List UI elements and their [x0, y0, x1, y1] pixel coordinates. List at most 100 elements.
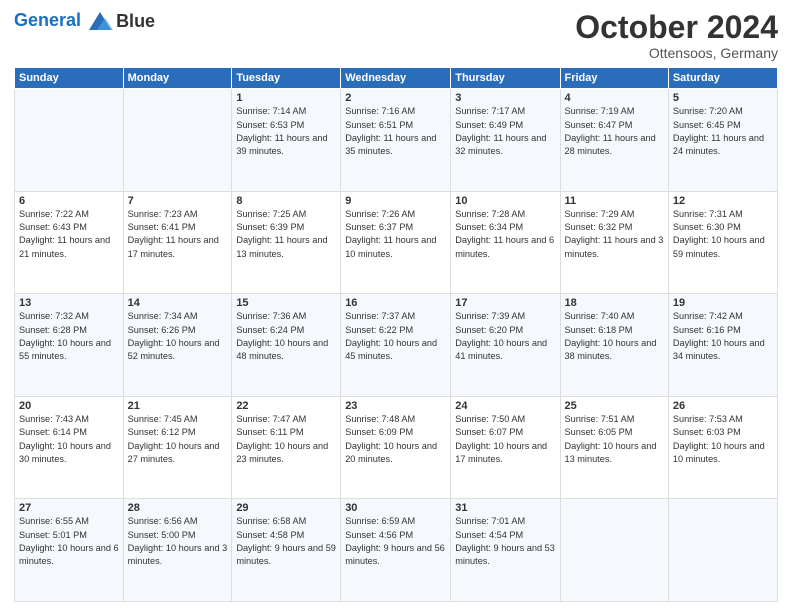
- day-info: Sunrise: 7:17 AM Sunset: 6:49 PM Dayligh…: [455, 105, 555, 158]
- calendar-cell: 22Sunrise: 7:47 AM Sunset: 6:11 PM Dayli…: [232, 396, 341, 499]
- day-number: 28: [128, 502, 228, 514]
- week-row-2: 6Sunrise: 7:22 AM Sunset: 6:43 PM Daylig…: [15, 191, 778, 294]
- day-number: 23: [345, 400, 446, 412]
- day-number: 7: [128, 195, 228, 207]
- day-info: Sunrise: 7:39 AM Sunset: 6:20 PM Dayligh…: [455, 310, 555, 363]
- weekday-header-tuesday: Tuesday: [232, 68, 341, 89]
- day-number: 2: [345, 92, 446, 104]
- week-row-3: 13Sunrise: 7:32 AM Sunset: 6:28 PM Dayli…: [15, 294, 778, 397]
- calendar-cell: 15Sunrise: 7:36 AM Sunset: 6:24 PM Dayli…: [232, 294, 341, 397]
- logo-general: General: [14, 10, 81, 30]
- weekday-header-monday: Monday: [123, 68, 232, 89]
- day-number: 18: [565, 297, 664, 309]
- day-info: Sunrise: 7:28 AM Sunset: 6:34 PM Dayligh…: [455, 208, 555, 261]
- day-number: 24: [455, 400, 555, 412]
- calendar-cell: 29Sunrise: 6:58 AM Sunset: 4:58 PM Dayli…: [232, 499, 341, 602]
- calendar-cell: 13Sunrise: 7:32 AM Sunset: 6:28 PM Dayli…: [15, 294, 124, 397]
- day-number: 30: [345, 502, 446, 514]
- location: Ottensoos, Germany: [575, 45, 778, 61]
- logo-blue: Blue: [116, 11, 155, 32]
- day-info: Sunrise: 7:53 AM Sunset: 6:03 PM Dayligh…: [673, 413, 773, 466]
- calendar-cell: 26Sunrise: 7:53 AM Sunset: 6:03 PM Dayli…: [668, 396, 777, 499]
- logo-text: General: [14, 10, 114, 32]
- day-info: Sunrise: 7:19 AM Sunset: 6:47 PM Dayligh…: [565, 105, 664, 158]
- day-number: 29: [236, 502, 336, 514]
- calendar-cell: 9Sunrise: 7:26 AM Sunset: 6:37 PM Daylig…: [341, 191, 451, 294]
- day-info: Sunrise: 7:25 AM Sunset: 6:39 PM Dayligh…: [236, 208, 336, 261]
- calendar-cell: 17Sunrise: 7:39 AM Sunset: 6:20 PM Dayli…: [451, 294, 560, 397]
- day-number: 19: [673, 297, 773, 309]
- day-info: Sunrise: 6:59 AM Sunset: 4:56 PM Dayligh…: [345, 515, 446, 568]
- calendar-cell: 21Sunrise: 7:45 AM Sunset: 6:12 PM Dayli…: [123, 396, 232, 499]
- calendar-cell: 16Sunrise: 7:37 AM Sunset: 6:22 PM Dayli…: [341, 294, 451, 397]
- calendar-cell: 12Sunrise: 7:31 AM Sunset: 6:30 PM Dayli…: [668, 191, 777, 294]
- day-info: Sunrise: 7:45 AM Sunset: 6:12 PM Dayligh…: [128, 413, 228, 466]
- day-info: Sunrise: 7:32 AM Sunset: 6:28 PM Dayligh…: [19, 310, 119, 363]
- day-number: 16: [345, 297, 446, 309]
- day-info: Sunrise: 6:55 AM Sunset: 5:01 PM Dayligh…: [19, 515, 119, 568]
- day-info: Sunrise: 7:37 AM Sunset: 6:22 PM Dayligh…: [345, 310, 446, 363]
- day-number: 6: [19, 195, 119, 207]
- day-info: Sunrise: 7:43 AM Sunset: 6:14 PM Dayligh…: [19, 413, 119, 466]
- day-number: 31: [455, 502, 555, 514]
- calendar-cell: 5Sunrise: 7:20 AM Sunset: 6:45 PM Daylig…: [668, 89, 777, 192]
- day-info: Sunrise: 7:34 AM Sunset: 6:26 PM Dayligh…: [128, 310, 228, 363]
- logo-icon: [87, 10, 113, 32]
- week-row-5: 27Sunrise: 6:55 AM Sunset: 5:01 PM Dayli…: [15, 499, 778, 602]
- day-info: Sunrise: 7:23 AM Sunset: 6:41 PM Dayligh…: [128, 208, 228, 261]
- calendar-cell: 31Sunrise: 7:01 AM Sunset: 4:54 PM Dayli…: [451, 499, 560, 602]
- calendar-cell: [560, 499, 668, 602]
- day-info: Sunrise: 7:29 AM Sunset: 6:32 PM Dayligh…: [565, 208, 664, 261]
- day-info: Sunrise: 7:48 AM Sunset: 6:09 PM Dayligh…: [345, 413, 446, 466]
- day-info: Sunrise: 7:42 AM Sunset: 6:16 PM Dayligh…: [673, 310, 773, 363]
- calendar-cell: 25Sunrise: 7:51 AM Sunset: 6:05 PM Dayli…: [560, 396, 668, 499]
- calendar-cell: [123, 89, 232, 192]
- header: General Blue October 2024 Ottensoos, Ger…: [14, 10, 778, 61]
- calendar-cell: 18Sunrise: 7:40 AM Sunset: 6:18 PM Dayli…: [560, 294, 668, 397]
- weekday-header-saturday: Saturday: [668, 68, 777, 89]
- day-number: 3: [455, 92, 555, 104]
- day-number: 21: [128, 400, 228, 412]
- page: General Blue October 2024 Ottensoos, Ger…: [0, 0, 792, 612]
- day-number: 9: [345, 195, 446, 207]
- week-row-4: 20Sunrise: 7:43 AM Sunset: 6:14 PM Dayli…: [15, 396, 778, 499]
- calendar-cell: 20Sunrise: 7:43 AM Sunset: 6:14 PM Dayli…: [15, 396, 124, 499]
- day-info: Sunrise: 7:14 AM Sunset: 6:53 PM Dayligh…: [236, 105, 336, 158]
- week-row-1: 1Sunrise: 7:14 AM Sunset: 6:53 PM Daylig…: [15, 89, 778, 192]
- calendar-cell: 19Sunrise: 7:42 AM Sunset: 6:16 PM Dayli…: [668, 294, 777, 397]
- day-info: Sunrise: 7:20 AM Sunset: 6:45 PM Dayligh…: [673, 105, 773, 158]
- day-number: 25: [565, 400, 664, 412]
- weekday-header-row: SundayMondayTuesdayWednesdayThursdayFrid…: [15, 68, 778, 89]
- day-number: 15: [236, 297, 336, 309]
- day-number: 17: [455, 297, 555, 309]
- calendar-cell: 8Sunrise: 7:25 AM Sunset: 6:39 PM Daylig…: [232, 191, 341, 294]
- calendar-cell: 14Sunrise: 7:34 AM Sunset: 6:26 PM Dayli…: [123, 294, 232, 397]
- calendar-cell: 7Sunrise: 7:23 AM Sunset: 6:41 PM Daylig…: [123, 191, 232, 294]
- day-info: Sunrise: 6:58 AM Sunset: 4:58 PM Dayligh…: [236, 515, 336, 568]
- day-info: Sunrise: 7:01 AM Sunset: 4:54 PM Dayligh…: [455, 515, 555, 568]
- day-number: 26: [673, 400, 773, 412]
- weekday-header-wednesday: Wednesday: [341, 68, 451, 89]
- day-info: Sunrise: 7:47 AM Sunset: 6:11 PM Dayligh…: [236, 413, 336, 466]
- title-block: October 2024 Ottensoos, Germany: [575, 10, 778, 61]
- calendar-cell: 6Sunrise: 7:22 AM Sunset: 6:43 PM Daylig…: [15, 191, 124, 294]
- calendar-cell: [15, 89, 124, 192]
- day-number: 5: [673, 92, 773, 104]
- day-info: Sunrise: 7:40 AM Sunset: 6:18 PM Dayligh…: [565, 310, 664, 363]
- weekday-header-friday: Friday: [560, 68, 668, 89]
- calendar-cell: [668, 499, 777, 602]
- day-number: 12: [673, 195, 773, 207]
- day-info: Sunrise: 6:56 AM Sunset: 5:00 PM Dayligh…: [128, 515, 228, 568]
- calendar-cell: 23Sunrise: 7:48 AM Sunset: 6:09 PM Dayli…: [341, 396, 451, 499]
- calendar-table: SundayMondayTuesdayWednesdayThursdayFrid…: [14, 67, 778, 602]
- day-number: 10: [455, 195, 555, 207]
- calendar-cell: 28Sunrise: 6:56 AM Sunset: 5:00 PM Dayli…: [123, 499, 232, 602]
- day-number: 27: [19, 502, 119, 514]
- calendar-cell: 30Sunrise: 6:59 AM Sunset: 4:56 PM Dayli…: [341, 499, 451, 602]
- day-info: Sunrise: 7:16 AM Sunset: 6:51 PM Dayligh…: [345, 105, 446, 158]
- day-number: 14: [128, 297, 228, 309]
- calendar-cell: 2Sunrise: 7:16 AM Sunset: 6:51 PM Daylig…: [341, 89, 451, 192]
- month-title: October 2024: [575, 10, 778, 45]
- calendar-cell: 24Sunrise: 7:50 AM Sunset: 6:07 PM Dayli…: [451, 396, 560, 499]
- calendar-cell: 11Sunrise: 7:29 AM Sunset: 6:32 PM Dayli…: [560, 191, 668, 294]
